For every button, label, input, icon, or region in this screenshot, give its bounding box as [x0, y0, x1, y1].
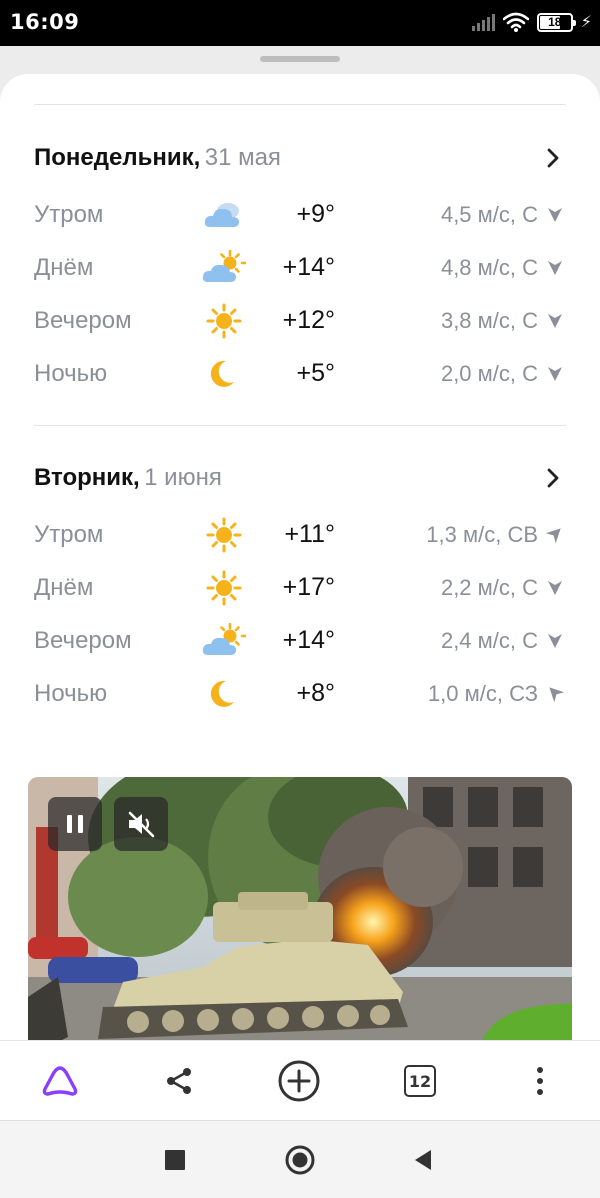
pause-icon: [67, 815, 83, 833]
wind-arrow-icon: [539, 518, 570, 549]
recents-button[interactable]: [160, 1145, 190, 1175]
mute-button[interactable]: [114, 797, 168, 851]
period-label: Днём: [34, 574, 94, 601]
forecast-row: Днём +14° 4,8 м/с, С: [0, 249, 600, 290]
forecast-row: Утром +9° 4,5 м/с, С: [0, 197, 600, 237]
wifi-icon: [502, 12, 529, 32]
period-label: Утром: [34, 521, 104, 548]
home-circle-icon: [285, 1145, 315, 1175]
system-navigation-bar: [0, 1120, 600, 1198]
wind-speed: 2,0 м/с, С: [440, 361, 538, 386]
divider: [34, 425, 566, 426]
period-label: Вечером: [34, 627, 132, 654]
chevron-right-icon[interactable]: [542, 146, 564, 170]
forecast-sheet[interactable]: Понедельник, 31 мая Вторник, 1 июня Утро…: [0, 74, 600, 1040]
period-label: Утром: [34, 201, 104, 228]
divider: [34, 104, 566, 105]
wind-speed: 3,8 м/с, С: [440, 308, 538, 333]
back-triangle-icon: [415, 1150, 431, 1170]
status-time: 16:09: [10, 10, 80, 34]
video-player[interactable]: [28, 777, 572, 1040]
moon-icon: [202, 676, 246, 712]
signal-icon: [471, 13, 495, 31]
alice-icon: [42, 1066, 78, 1096]
back-button[interactable]: [408, 1145, 438, 1175]
wind-speed: 4,5 м/с, С: [440, 202, 538, 227]
forecast-row: Вечером +14° 2,4 м/с, С: [0, 622, 600, 663]
sun-icon: [202, 517, 246, 553]
sun-icon: [202, 303, 246, 339]
battery-level: 18: [548, 15, 562, 29]
wind-speed: 2,2 м/с, С: [440, 575, 538, 600]
new-tab-button[interactable]: [277, 1059, 321, 1103]
day-date: 1 июня: [144, 464, 222, 491]
wind-arrow-icon: [544, 203, 566, 225]
mute-icon: [128, 811, 155, 838]
period-label: Вечером: [34, 307, 132, 334]
home-button[interactable]: [285, 1145, 315, 1175]
tabs-icon: 12: [404, 1065, 436, 1097]
day-date: 31 мая: [204, 144, 281, 171]
status-bar: 16:09 18 ⚡: [0, 0, 600, 46]
day-name: Вторник,: [34, 464, 140, 491]
forecast-row: Вечером +12° 3,8 м/с, С: [0, 303, 600, 343]
temperature: +5°: [296, 359, 335, 387]
day-header[interactable]: Вторник, 1 июня: [34, 464, 566, 494]
wind-arrow-icon: [544, 576, 566, 598]
more-button[interactable]: [518, 1059, 562, 1103]
forecast-row: Ночью +8° 1,0 м/с, СЗ: [0, 676, 600, 716]
battery-icon: 18: [536, 12, 576, 32]
wind-speed: 1,0 м/с, СЗ: [427, 681, 538, 706]
wind-arrow-icon: [539, 677, 570, 708]
period-label: Днём: [34, 254, 94, 281]
temperature: +9°: [296, 200, 335, 228]
wind-arrow-icon: [544, 256, 566, 278]
day-header[interactable]: Понедельник, 31 мая: [34, 144, 566, 174]
forecast-row: Утром +11° 1,3 м/с, СВ: [0, 517, 600, 557]
partly-cloudy-icon: [202, 622, 248, 659]
period-label: Ночью: [34, 360, 108, 387]
cloudy-icon: [202, 197, 246, 233]
browser-toolbar: 12: [0, 1040, 600, 1120]
temperature: +12°: [282, 306, 335, 334]
wind-speed: 4,8 м/с, С: [440, 255, 538, 280]
wind-arrow-icon: [544, 362, 566, 384]
period-label: Ночью: [34, 680, 108, 707]
chevron-right-icon[interactable]: [542, 466, 564, 490]
temperature: +17°: [282, 573, 335, 601]
partly-cloudy-icon: [202, 249, 248, 286]
share-icon: [167, 1068, 191, 1094]
pause-button[interactable]: [48, 797, 102, 851]
forecast-row: Ночью +5° 2,0 м/с, С: [0, 356, 600, 396]
forecast-row: Днём +17° 2,2 м/с, С: [0, 570, 600, 610]
temperature: +8°: [296, 679, 335, 707]
square-icon: [165, 1150, 185, 1170]
tabs-button[interactable]: 12: [398, 1059, 442, 1103]
wind-speed: 1,3 м/с, СВ: [426, 522, 538, 547]
wind-arrow-icon: [544, 629, 566, 651]
moon-icon: [202, 356, 246, 392]
wind-arrow-icon: [544, 309, 566, 331]
more-icon: [537, 1067, 543, 1095]
sun-icon: [202, 570, 246, 606]
temperature: +14°: [282, 626, 335, 654]
video-frame: [28, 777, 572, 1040]
temperature: +14°: [282, 253, 335, 281]
status-icons: 18 ⚡: [471, 10, 592, 34]
add-icon: [278, 1060, 320, 1102]
temperature: +11°: [284, 520, 335, 548]
charging-icon: ⚡: [580, 14, 592, 31]
sheet-drag-handle[interactable]: [260, 56, 340, 62]
alice-button[interactable]: [38, 1059, 82, 1103]
day-name: Понедельник,: [34, 144, 201, 171]
share-button[interactable]: [157, 1059, 201, 1103]
wind-speed: 2,4 м/с, С: [440, 628, 538, 653]
